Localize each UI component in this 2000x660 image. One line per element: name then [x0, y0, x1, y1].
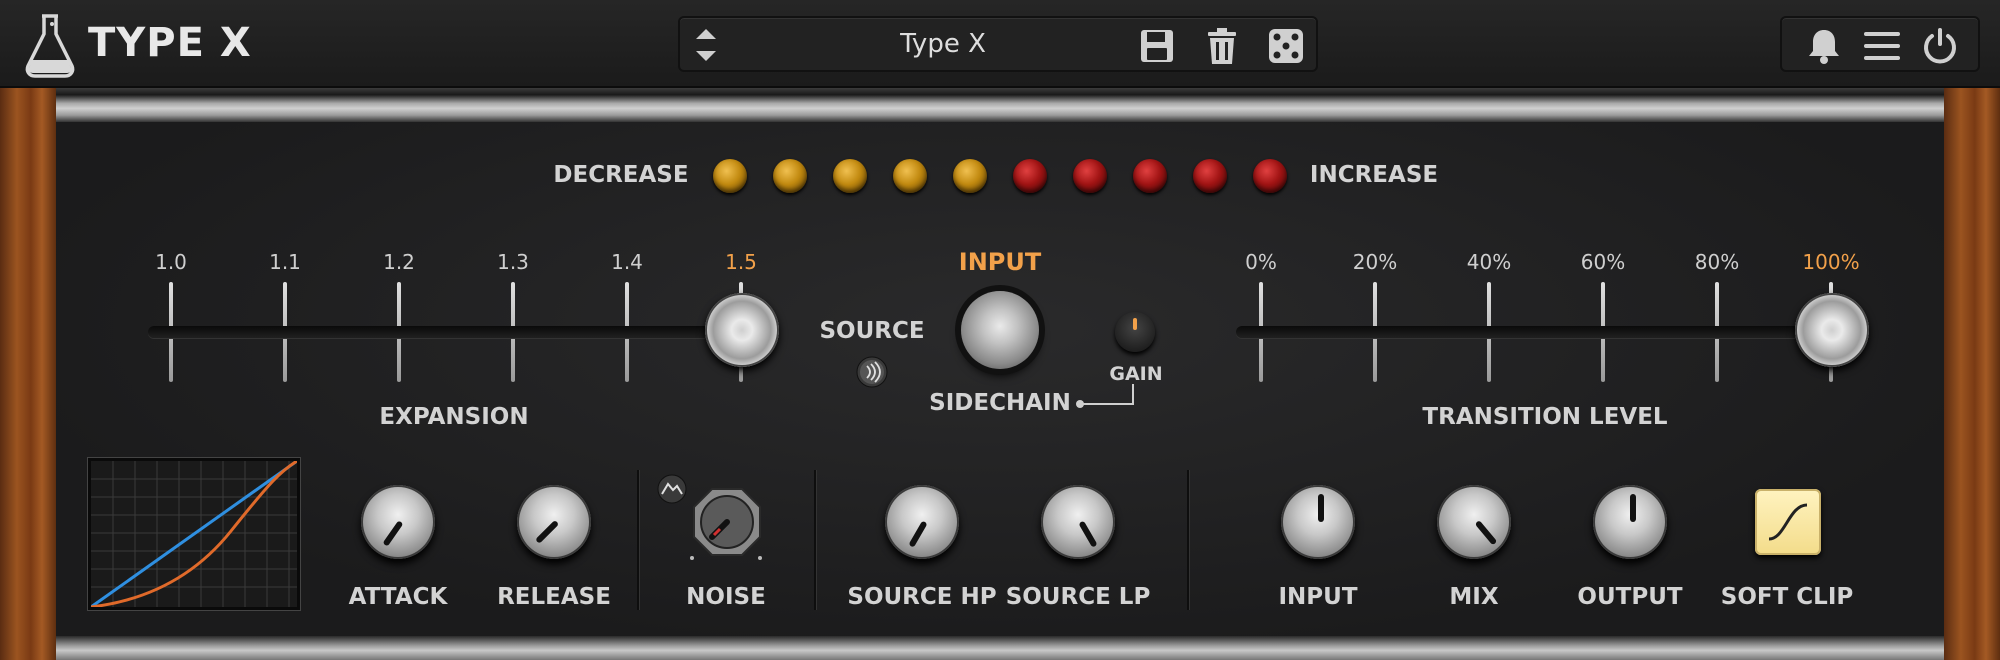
source-listen-icon[interactable] — [856, 356, 888, 388]
steel-rail-top — [56, 88, 1944, 122]
release-label: RELEASE — [497, 584, 611, 610]
source-label: SOURCE — [819, 318, 925, 344]
flask-icon — [25, 14, 75, 78]
app-title: TYPE X — [88, 20, 252, 66]
meter-led-10 — [1253, 159, 1287, 193]
decrease-label: DECREASE — [553, 162, 689, 188]
dice-icon[interactable] — [1264, 24, 1308, 68]
transition-tick-label: 100% — [1802, 250, 1860, 274]
source-lp-knob[interactable] — [1041, 485, 1115, 559]
transition-tick-label: 40% — [1466, 250, 1512, 274]
soft-clip-label: SOFT CLIP — [1720, 584, 1854, 610]
preset-name[interactable]: Type X — [740, 29, 1146, 59]
input-gain-knob[interactable] — [1281, 485, 1355, 559]
meter-led-6 — [1013, 159, 1047, 193]
meter-led-3 — [833, 159, 867, 193]
transfer-curve-graph — [88, 458, 300, 610]
expansion-tick-label: 1.5 — [725, 250, 757, 274]
input-sidechain-switch-knob[interactable] — [961, 291, 1039, 369]
meter-led-8 — [1133, 159, 1167, 193]
utility-buttons — [1780, 16, 1980, 72]
increase-label: INCREASE — [1309, 162, 1439, 188]
transition-tick-label: 80% — [1694, 250, 1740, 274]
transition-label: TRANSITION LEVEL — [1422, 404, 1668, 430]
transition-track[interactable] — [1236, 326, 1836, 338]
input-select-label[interactable]: INPUT — [959, 248, 1041, 276]
transition-slider-handle[interactable] — [1795, 293, 1869, 367]
transition-tick-label: 20% — [1352, 250, 1398, 274]
wood-side-left — [0, 88, 56, 660]
mix-knob[interactable] — [1437, 485, 1511, 559]
meter-led-1 — [713, 159, 747, 193]
section-divider — [637, 470, 639, 610]
menu-icon[interactable] — [1860, 24, 1904, 68]
expansion-label: EXPANSION — [379, 404, 529, 430]
expansion-tick-label: 1.4 — [611, 250, 643, 274]
source-lp-label: SOURCE LP — [1005, 584, 1151, 610]
input-gain-label: INPUT — [1278, 584, 1358, 610]
trash-icon[interactable] — [1200, 24, 1244, 68]
expansion-slider-handle[interactable] — [705, 293, 779, 367]
noise-max-dot — [758, 556, 762, 560]
gain-label: GAIN — [1109, 363, 1163, 385]
source-hp-knob[interactable] — [885, 485, 959, 559]
meter-led-5 — [953, 159, 987, 193]
attack-label: ATTACK — [348, 584, 448, 610]
bell-icon[interactable] — [1802, 24, 1846, 68]
wood-side-right — [1944, 88, 2000, 660]
noise-knob[interactable] — [690, 485, 764, 559]
output-knob[interactable] — [1593, 485, 1667, 559]
attack-knob[interactable] — [361, 485, 435, 559]
mix-label: MIX — [1449, 584, 1499, 610]
expansion-tick-label: 1.3 — [497, 250, 529, 274]
noise-label: NOISE — [686, 584, 766, 610]
sidechain-gain-knob[interactable] — [1115, 312, 1155, 352]
save-icon[interactable] — [1135, 24, 1179, 68]
noise-min-dot — [690, 556, 694, 560]
noise-shape-icon[interactable] — [657, 474, 687, 504]
meter-led-2 — [773, 159, 807, 193]
header-bar: TYPE X Type X — [0, 0, 2000, 88]
sidechain-label[interactable]: SIDECHAIN — [929, 390, 1071, 416]
meter-led-4 — [893, 159, 927, 193]
section-divider — [1187, 470, 1189, 610]
soft-clip-toggle[interactable] — [1755, 489, 1821, 555]
preset-up-down-icon[interactable] — [690, 22, 722, 68]
expansion-track[interactable] — [148, 326, 748, 338]
main-panel — [56, 122, 1944, 636]
steel-rail-bottom — [56, 636, 1944, 660]
power-icon[interactable] — [1918, 24, 1962, 68]
s-curve-icon — [1768, 503, 1808, 541]
gain-knob-pointer — [1133, 318, 1137, 330]
section-divider — [814, 470, 816, 610]
output-label: OUTPUT — [1577, 584, 1683, 610]
transition-tick-label: 0% — [1245, 250, 1277, 274]
sidechain-gain-connector — [1076, 384, 1134, 408]
expansion-tick-label: 1.0 — [155, 250, 187, 274]
expansion-tick-label: 1.2 — [383, 250, 415, 274]
preset-bar: Type X — [678, 16, 1318, 72]
source-hp-label: SOURCE HP — [847, 584, 997, 610]
meter-led-7 — [1073, 159, 1107, 193]
meter-led-9 — [1193, 159, 1227, 193]
release-knob[interactable] — [517, 485, 591, 559]
transition-tick-label: 60% — [1580, 250, 1626, 274]
expansion-tick-label: 1.1 — [269, 250, 301, 274]
